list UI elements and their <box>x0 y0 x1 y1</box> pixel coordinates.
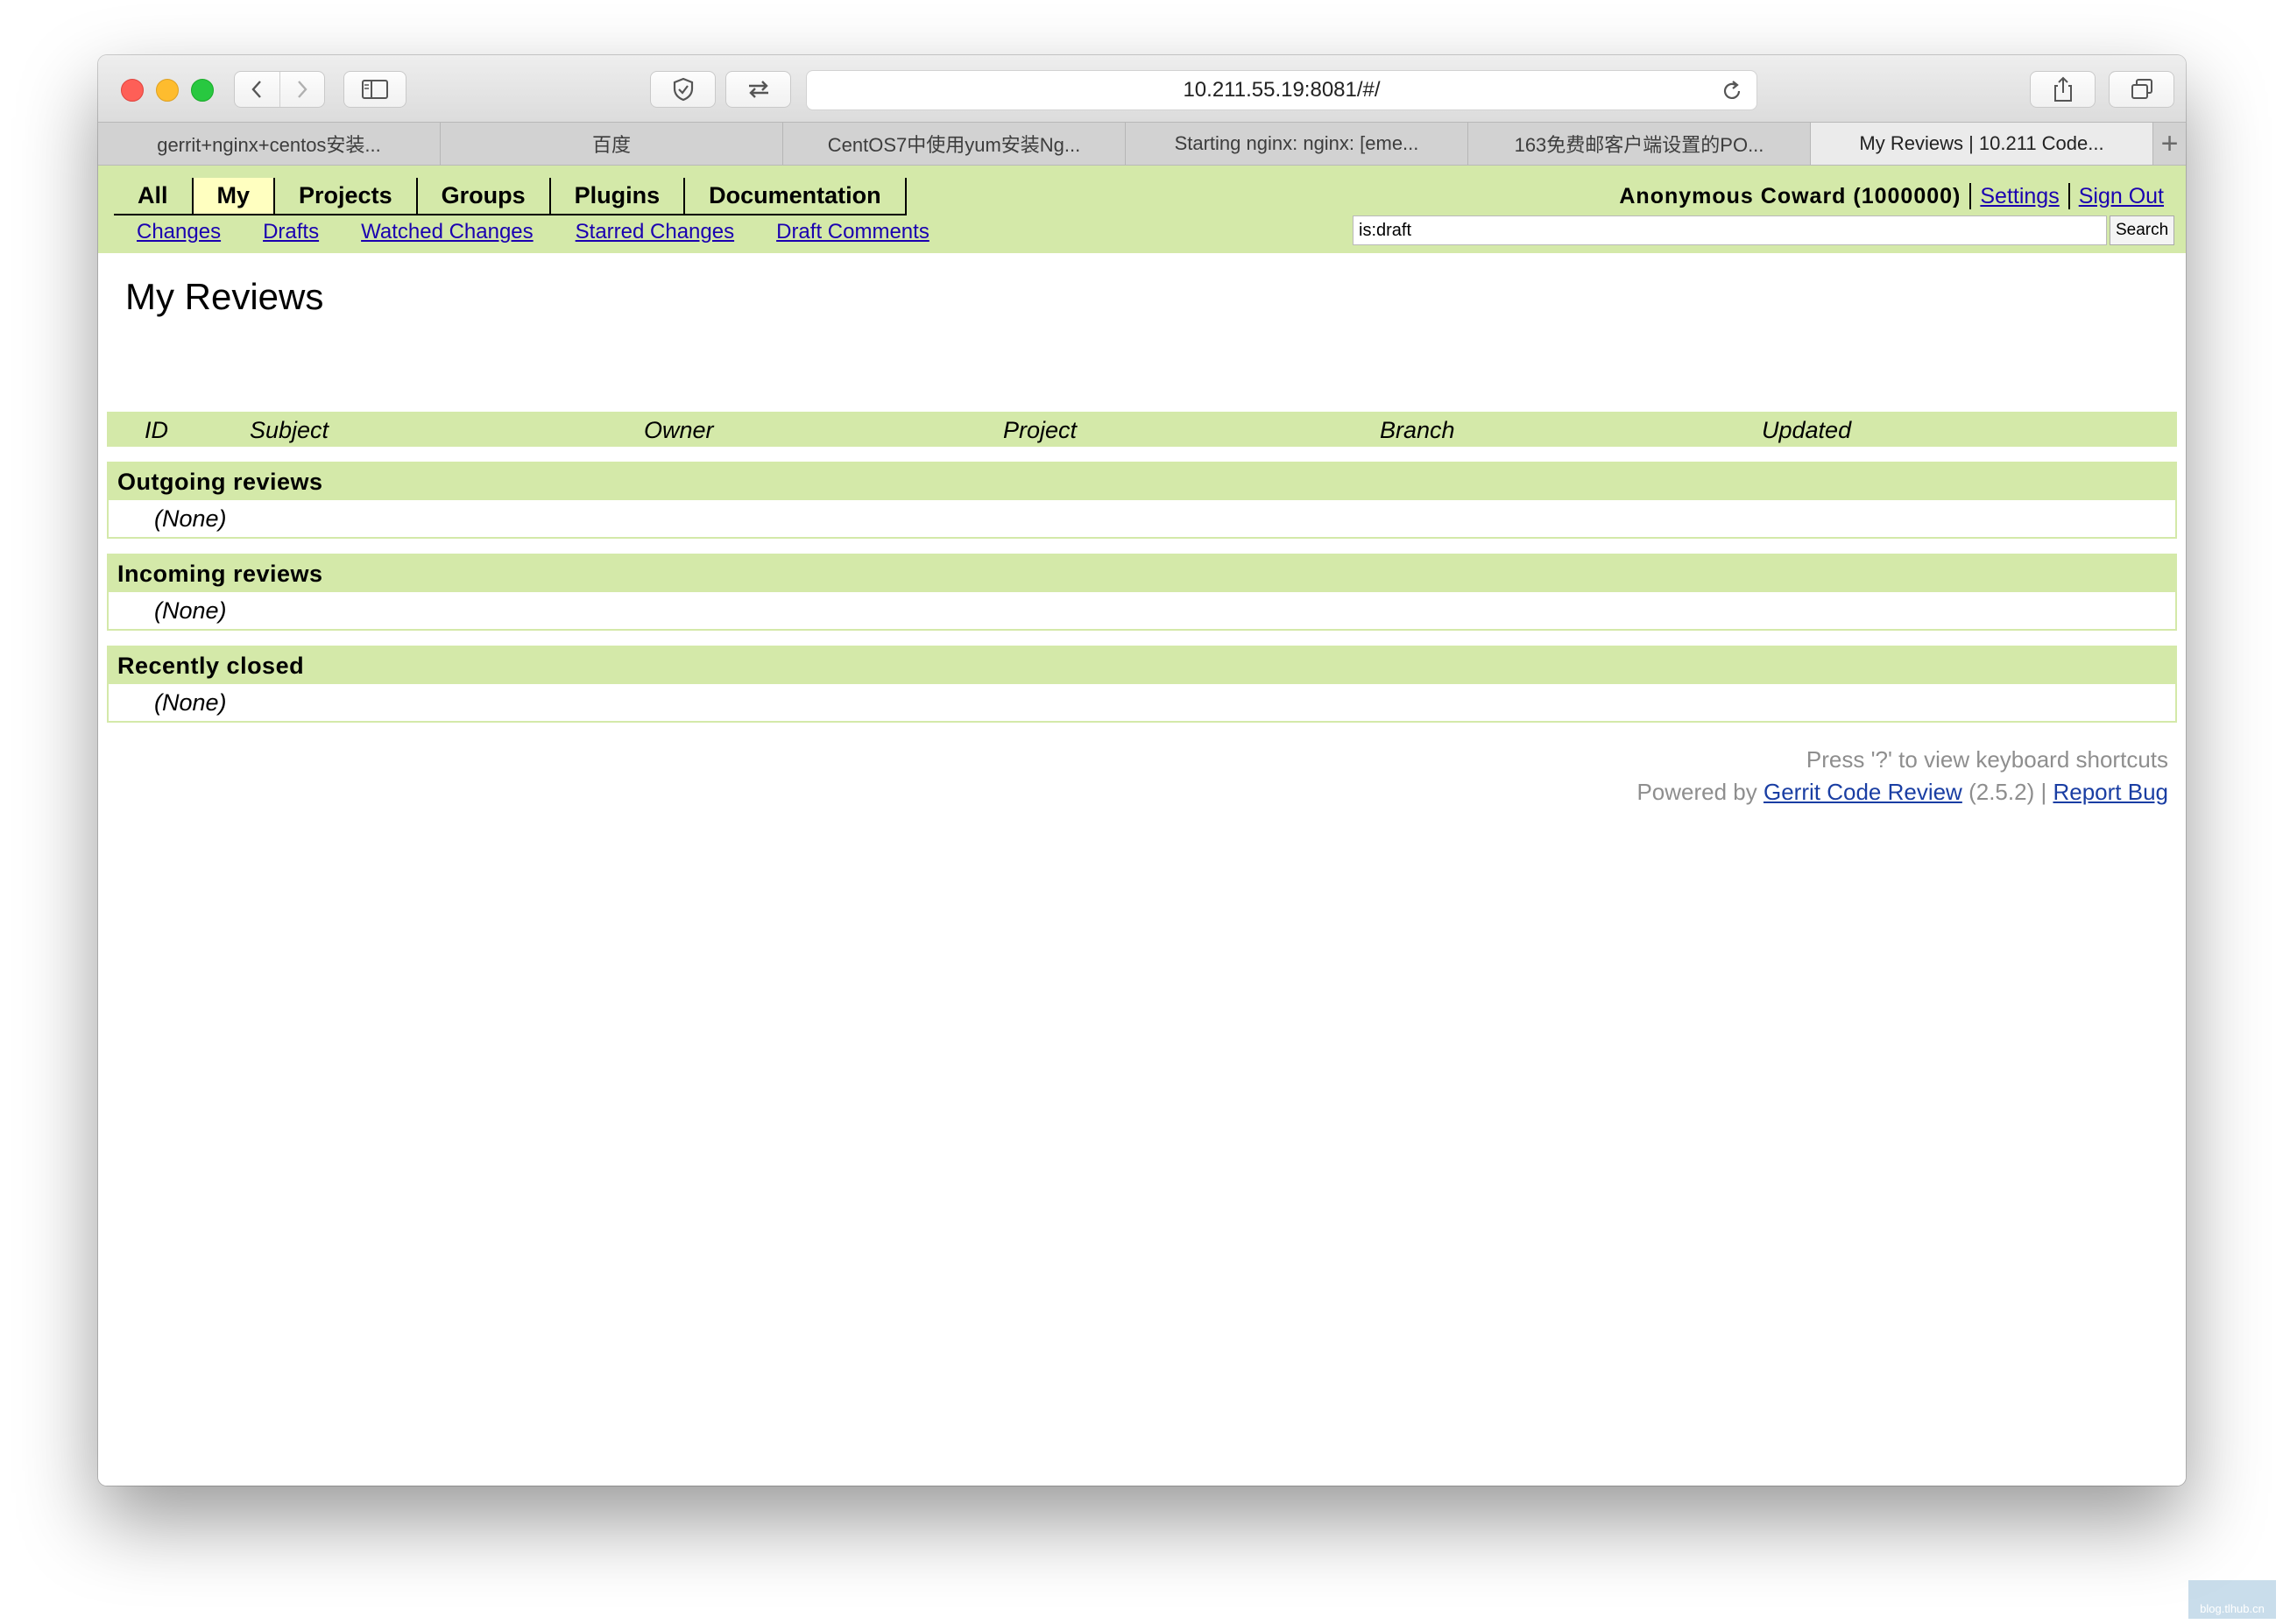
column-header-owner: Owner <box>633 412 989 447</box>
settings-link[interactable]: Settings <box>1980 184 2059 209</box>
close-window-button[interactable] <box>121 79 144 102</box>
forward-button[interactable] <box>279 72 325 107</box>
watermark: blog.tlhub.cn <box>2188 1580 2276 1619</box>
search-button[interactable]: Search <box>2110 215 2175 245</box>
sidebar-button[interactable] <box>343 71 406 108</box>
chevron-right-icon <box>297 81 307 98</box>
sign-out-link[interactable]: Sign Out <box>2079 184 2164 209</box>
tabs-overview-icon <box>2131 79 2152 99</box>
url-text: 10.211.55.19:8081/#/ <box>1183 78 1381 102</box>
menu-my[interactable]: My <box>193 178 276 214</box>
search-box: Search <box>1353 215 2175 245</box>
footer-separator: | <box>2040 779 2047 805</box>
swap-arrows-icon <box>748 81 768 98</box>
minimize-window-button[interactable] <box>156 79 179 102</box>
empty-row: (None) <box>154 505 227 532</box>
column-header-updated: Updated <box>1751 412 2177 447</box>
menu-plugins[interactable]: Plugins <box>551 178 686 214</box>
divider <box>2067 183 2070 209</box>
sub-menu: Changes Drafts Watched Changes Starred C… <box>137 220 972 244</box>
share-button[interactable] <box>2030 71 2096 108</box>
reader-switch-button[interactable] <box>725 71 791 108</box>
table-header: ID Subject Owner Project Branch Updated <box>107 412 2177 447</box>
history-nav-group <box>234 71 325 108</box>
empty-row: (None) <box>154 597 227 624</box>
powered-by-line: Powered by Gerrit Code Review (2.5.2) | … <box>1636 776 2168 808</box>
shield-icon <box>673 77 693 102</box>
recently-closed-section: Recently closed (None) <box>107 646 2177 723</box>
reload-icon[interactable] <box>1720 79 1744 103</box>
chevron-left-icon <box>251 81 262 98</box>
divider <box>1969 183 1972 209</box>
column-header-branch: Branch <box>1369 412 1748 447</box>
section-title: Recently closed <box>109 647 2175 684</box>
zoom-window-button[interactable] <box>191 79 214 102</box>
submenu-changes[interactable]: Changes <box>137 220 221 244</box>
gerrit-page: All My Projects Groups Plugins Documenta… <box>98 166 2186 1486</box>
page-title: My Reviews <box>125 276 324 317</box>
sidebar-icon <box>362 80 388 99</box>
user-name: Anonymous Coward (1000000) <box>1619 183 1961 208</box>
browser-tab[interactable]: 163免费邮客户端设置的PO... <box>1468 123 1811 165</box>
column-header-star <box>107 412 131 447</box>
back-button[interactable] <box>235 72 279 107</box>
browser-tab[interactable]: CentOS7中使用yum安装Ng... <box>783 123 1126 165</box>
submenu-starred-changes[interactable]: Starred Changes <box>576 220 734 244</box>
user-box: Anonymous Coward (1000000) Settings Sign… <box>1619 183 2164 209</box>
submenu-watched-changes[interactable]: Watched Changes <box>361 220 534 244</box>
browser-tab-active[interactable]: My Reviews | 10.211 Code... <box>1811 123 2153 165</box>
column-header-id: ID <box>134 412 236 447</box>
browser-tab[interactable]: Starting nginx: nginx: [eme... <box>1126 123 1468 165</box>
browser-window: 10.211.55.19:8081/#/ gerrit+nginx+centos… <box>98 55 2186 1486</box>
browser-toolbar: 10.211.55.19:8081/#/ <box>98 55 2186 122</box>
page-footer: Press '?' to view keyboard shortcuts Pow… <box>1636 744 2168 808</box>
keyboard-shortcuts-hint: Press '?' to view keyboard shortcuts <box>1806 746 2168 773</box>
main-menu: All My Projects Groups Plugins Documenta… <box>114 178 907 215</box>
outgoing-reviews-section: Outgoing reviews (None) <box>107 462 2177 539</box>
powered-by-text: Powered by <box>1636 779 1757 805</box>
submenu-drafts[interactable]: Drafts <box>263 220 319 244</box>
section-title: Incoming reviews <box>109 555 2175 592</box>
privacy-shield-button[interactable] <box>650 71 716 108</box>
section-title: Outgoing reviews <box>109 463 2175 500</box>
address-bar[interactable]: 10.211.55.19:8081/#/ <box>806 70 1757 110</box>
gerrit-code-review-link[interactable]: Gerrit Code Review <box>1763 779 1962 805</box>
menu-projects[interactable]: Projects <box>275 178 418 214</box>
browser-tab[interactable]: gerrit+nginx+centos安装... <box>98 123 441 165</box>
browser-tab[interactable]: 百度 <box>441 123 783 165</box>
menu-all[interactable]: All <box>114 178 194 214</box>
reviews-table: ID Subject Owner Project Branch Updated … <box>107 412 2177 723</box>
report-bug-link[interactable]: Report Bug <box>2053 779 2168 805</box>
new-tab-button[interactable]: + <box>2153 123 2186 165</box>
tab-overview-button[interactable] <box>2109 71 2174 108</box>
submenu-draft-comments[interactable]: Draft Comments <box>776 220 929 244</box>
gerrit-header: All My Projects Groups Plugins Documenta… <box>98 166 2186 253</box>
menu-groups[interactable]: Groups <box>418 178 551 214</box>
column-header-project: Project <box>993 412 1366 447</box>
tab-bar: gerrit+nginx+centos安装... 百度 CentOS7中使用yu… <box>98 122 2186 166</box>
incoming-reviews-section: Incoming reviews (None) <box>107 554 2177 631</box>
menu-documentation[interactable]: Documentation <box>685 178 907 214</box>
search-input[interactable] <box>1353 215 2107 245</box>
share-icon <box>2053 76 2072 102</box>
column-header-subject: Subject <box>239 412 630 447</box>
version-text: (2.5.2) <box>1968 779 2035 805</box>
empty-row: (None) <box>154 689 227 716</box>
